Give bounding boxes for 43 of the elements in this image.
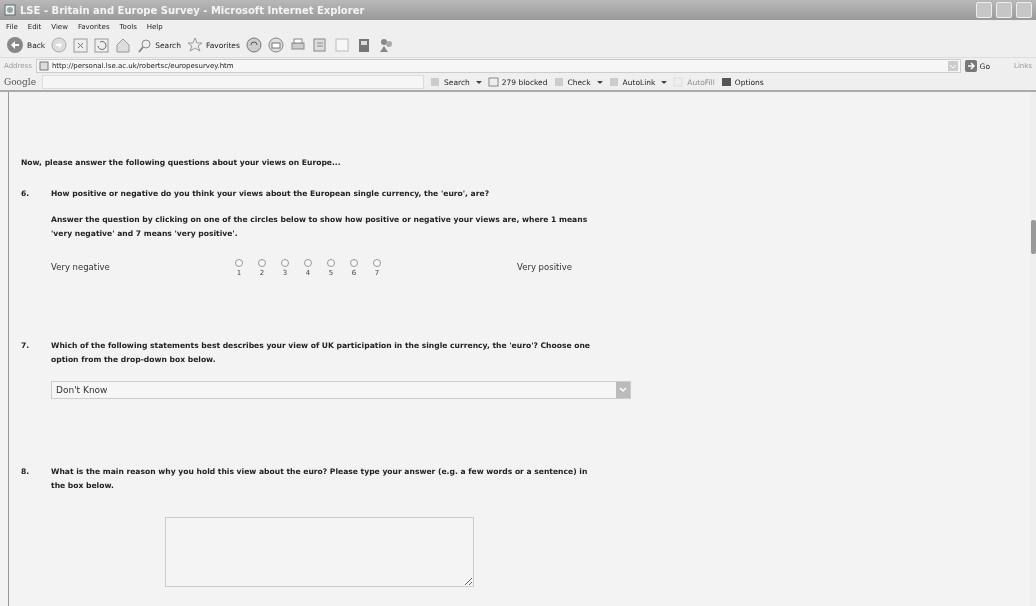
caret-down-icon[interactable] xyxy=(475,80,482,84)
google-search-field[interactable] xyxy=(42,75,424,89)
toolbar-icon xyxy=(553,77,565,87)
scale-label: Very positive xyxy=(517,261,572,272)
minimize-button[interactable] xyxy=(976,2,992,18)
answer-box[interactable] xyxy=(165,517,474,587)
media-icon[interactable] xyxy=(245,37,262,53)
stop-icon[interactable] xyxy=(73,37,89,53)
google-logo[interactable]: Google xyxy=(4,77,36,87)
scrollbar-thumb[interactable] xyxy=(1031,220,1036,254)
arrow-right-icon xyxy=(964,60,977,72)
radio-button[interactable] xyxy=(258,259,266,267)
printer-icon[interactable] xyxy=(289,37,306,53)
restore-button[interactable] xyxy=(996,2,1012,18)
toolbar-icon xyxy=(608,77,620,87)
people-icon[interactable] xyxy=(377,37,394,53)
radio-button[interactable] xyxy=(281,259,289,267)
dropdown-arrow-icon xyxy=(947,61,958,71)
caret-down-icon[interactable] xyxy=(596,80,603,84)
radio-button[interactable] xyxy=(235,259,243,267)
scrollbar[interactable] xyxy=(1030,92,1036,606)
chevron-down-icon xyxy=(616,382,630,398)
home-icon[interactable] xyxy=(115,37,132,53)
toolbar-icon xyxy=(430,77,441,87)
window-title: LSE - Britain and Europe Survey - Microsoft Internet Explorer xyxy=(20,4,366,16)
scale-label: Very negative xyxy=(51,261,111,272)
radio-button[interactable] xyxy=(350,259,358,267)
options-icon xyxy=(720,77,732,87)
browser-icon xyxy=(4,4,16,16)
radio-button[interactable] xyxy=(373,259,381,267)
close-button[interactable] xyxy=(1016,2,1032,18)
page-icon xyxy=(38,61,49,71)
document-icon[interactable] xyxy=(333,37,350,53)
dropdown-field[interactable]: Don't Know xyxy=(51,381,631,399)
edit-icon[interactable] xyxy=(311,37,328,53)
refresh-icon[interactable] xyxy=(94,37,110,53)
radio-button[interactable] xyxy=(304,259,312,267)
star-icon xyxy=(187,37,203,53)
radio-button[interactable] xyxy=(327,259,335,267)
popup-icon xyxy=(487,77,499,87)
caret-down-icon[interactable] xyxy=(661,80,668,84)
mail-icon[interactable] xyxy=(267,37,284,53)
search-icon xyxy=(137,37,153,53)
